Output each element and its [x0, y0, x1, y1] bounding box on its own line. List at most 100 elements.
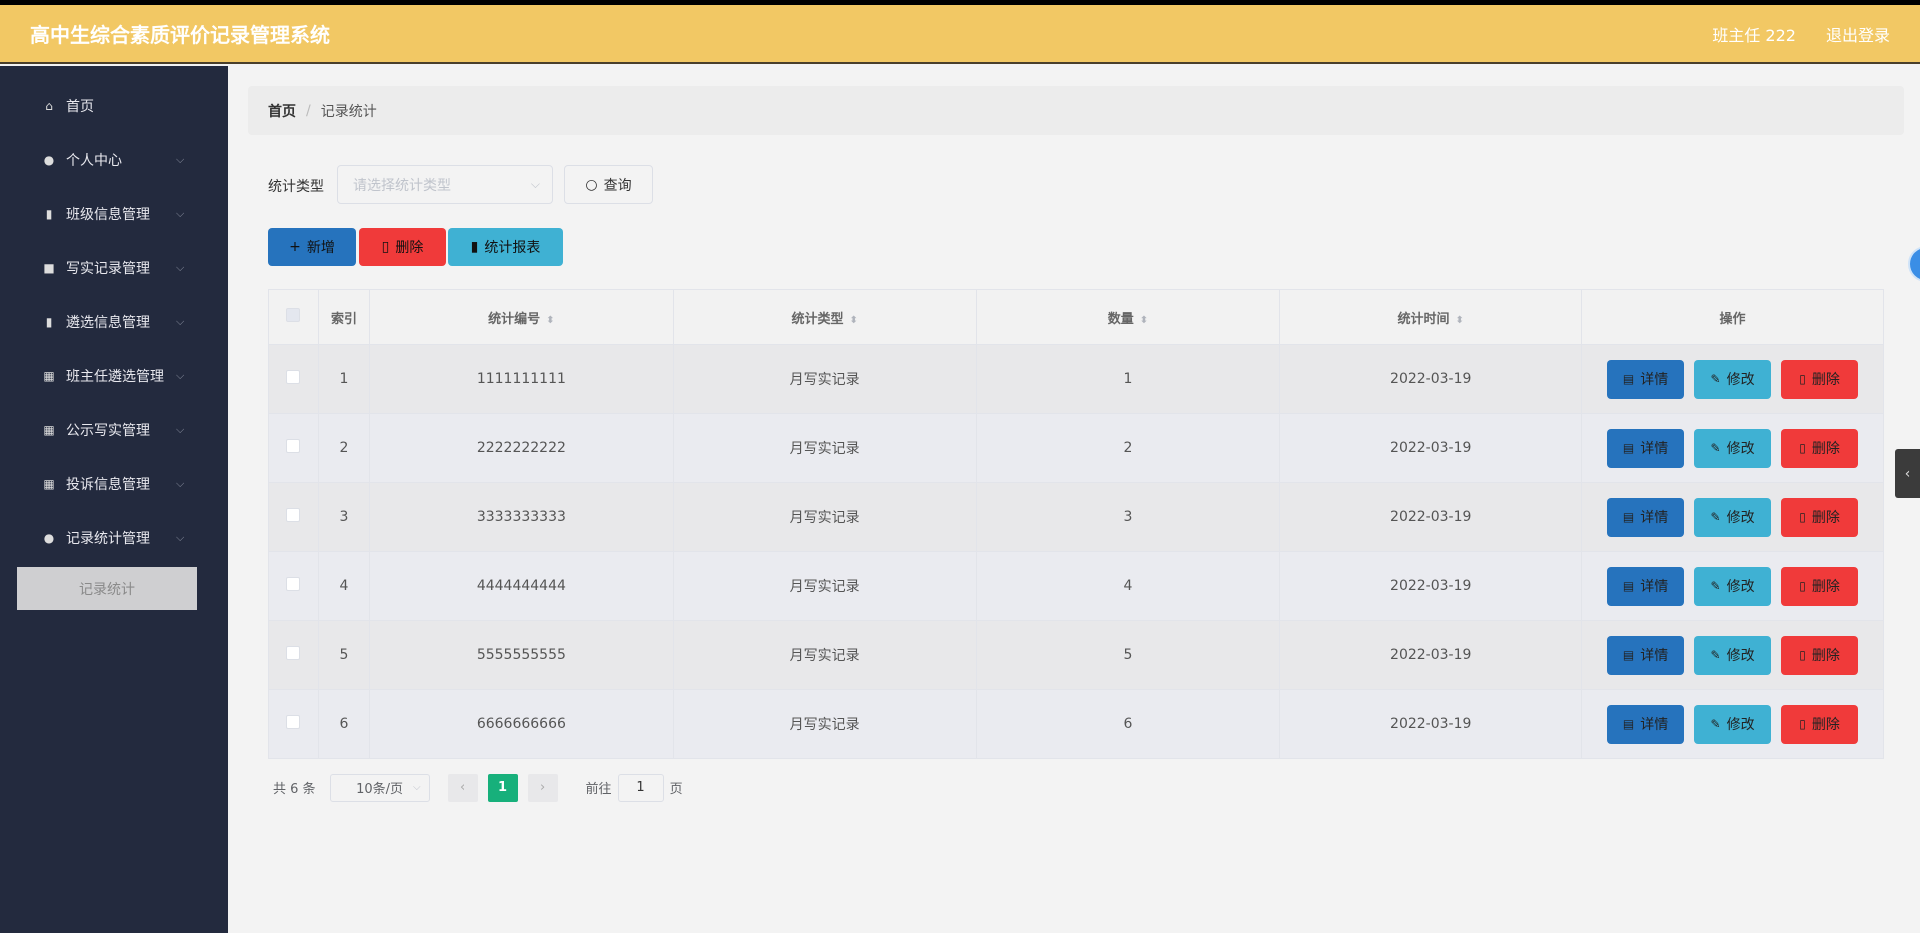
batch-delete-button[interactable]: ▯ 删除 — [359, 228, 446, 266]
delete-label: 删除 — [1811, 579, 1840, 595]
report-button[interactable]: ▮ 统计报表 — [448, 228, 563, 266]
time-cell: 2022-03-19 — [1279, 482, 1583, 552]
detail-button[interactable]: ▤ 详情 — [1607, 428, 1685, 468]
detail-button[interactable]: ▤ 详情 — [1607, 566, 1685, 606]
stat-type-placeholder: 请选择统计类型 — [353, 177, 451, 194]
index-cell: 1 — [317, 344, 370, 414]
delete-button[interactable]: ▯ 删除 — [1781, 566, 1859, 606]
sidebar-item-6[interactable]: ▦ 公示写实管理 ⌵ — [0, 410, 228, 450]
delete-label: 删除 — [1811, 441, 1840, 457]
sidebar-item-8[interactable]: ● 记录统计管理 ⌵ — [0, 518, 228, 558]
type-cell: 月写实记录 — [672, 620, 977, 690]
add-button[interactable]: + 新增 — [268, 228, 356, 266]
chevron-left-icon: ‹ — [1904, 465, 1911, 482]
sidebar-item-1[interactable]: ● 个人中心 ⌵ — [0, 140, 228, 180]
sort-icon[interactable]: ⬍ — [546, 315, 554, 326]
prev-page-button[interactable]: ‹ — [447, 773, 478, 802]
delete-button[interactable]: ▯ 删除 — [1781, 428, 1859, 468]
row-checkbox[interactable] — [286, 577, 301, 591]
trash-icon: ▯ — [1799, 717, 1806, 731]
sidebar-item-label: 公示写实管理 — [66, 423, 150, 439]
header-code[interactable]: 统计编号 ⬍ — [368, 289, 674, 345]
detail-label: 详情 — [1640, 717, 1669, 733]
row-checkbox[interactable] — [286, 439, 301, 453]
sidebar-item-7[interactable]: ▦ 投诉信息管理 ⌵ — [0, 464, 228, 504]
app-title: 高中生综合素质评价记录管理系统 — [30, 23, 330, 47]
edit-button[interactable]: ✎ 修改 — [1694, 566, 1772, 606]
row-select-cell — [268, 482, 319, 552]
edit-button[interactable]: ✎ 修改 — [1694, 428, 1772, 468]
edit-label: 修改 — [1726, 510, 1755, 526]
index-cell: 6 — [317, 689, 370, 759]
total-count: 共 6 条 — [273, 782, 316, 797]
page-suffix: 页 — [669, 782, 683, 797]
sort-icon[interactable]: ⬍ — [1140, 315, 1148, 326]
row-checkbox[interactable] — [286, 646, 301, 660]
trash-icon: ▯ — [1799, 579, 1806, 593]
bulb-icon: ● — [43, 531, 55, 545]
table-row: 2 2222222222 月写实记录 2 2022-03-19 ▤ 详情 ✎ 修改 ▯ 删除 — [268, 413, 1884, 483]
document-icon: ▤ — [1622, 441, 1635, 455]
sidebar-subitem-record-stats[interactable]: 记录统计 — [17, 567, 197, 610]
stat-type-select[interactable]: 请选择统计类型 ⌵ — [337, 165, 553, 204]
edit-button[interactable]: ✎ 修改 — [1694, 359, 1772, 399]
sort-icon[interactable]: ⬍ — [849, 315, 857, 326]
edit-button[interactable]: ✎ 修改 — [1694, 635, 1772, 675]
sort-icon[interactable]: ⬍ — [1456, 315, 1464, 326]
next-page-button[interactable]: › — [527, 773, 558, 802]
edit-button[interactable]: ✎ 修改 — [1694, 497, 1772, 537]
collapse-panel-tab[interactable]: ‹ — [1895, 449, 1920, 498]
query-button[interactable]: ○ 查询 — [564, 165, 653, 204]
time-cell: 2022-03-19 — [1279, 344, 1583, 414]
delete-label: 删除 — [1811, 372, 1840, 388]
chevron-down-icon: ⌵ — [176, 315, 185, 328]
detail-button[interactable]: ▤ 详情 — [1607, 497, 1685, 537]
header-type[interactable]: 统计类型 ⬍ — [672, 289, 977, 345]
sidebar-item-2[interactable]: ▮ 班级信息管理 ⌵ — [0, 194, 228, 234]
edit-button[interactable]: ✎ 修改 — [1694, 704, 1772, 744]
chevron-down-icon: ⌵ — [176, 531, 185, 544]
header-count[interactable]: 数量 ⬍ — [975, 289, 1281, 345]
table-row: 4 4444444444 月写实记录 4 2022-03-19 ▤ 详情 ✎ 修改 ▯ 删除 — [268, 551, 1884, 621]
pencil-icon: ✎ — [1710, 579, 1721, 593]
edit-label: 修改 — [1726, 579, 1755, 595]
delete-button[interactable]: ▯ 删除 — [1781, 359, 1859, 399]
index-cell: 3 — [317, 482, 370, 552]
floating-action-button[interactable] — [1908, 246, 1920, 282]
sidebar-item-label: 班级信息管理 — [66, 207, 150, 223]
sidebar-item-3[interactable]: ■ 写实记录管理 ⌵ — [0, 248, 228, 288]
time-cell: 2022-03-19 — [1279, 551, 1583, 621]
row-checkbox[interactable] — [286, 508, 301, 522]
select-all-checkbox[interactable] — [286, 308, 301, 322]
document-icon: ▤ — [1622, 372, 1635, 386]
detail-button[interactable]: ▤ 详情 — [1607, 704, 1685, 744]
page-size-select[interactable]: 10条/页 ⌵ — [329, 773, 430, 802]
detail-button[interactable]: ▤ 详情 — [1607, 635, 1685, 675]
actions-cell: ▤ 详情 ✎ 修改 ▯ 删除 — [1581, 344, 1884, 414]
delete-button[interactable]: ▯ 删除 — [1781, 704, 1859, 744]
chevron-down-icon: ⌵ — [530, 177, 540, 191]
count-cell: 6 — [975, 689, 1281, 759]
detail-label: 详情 — [1640, 441, 1669, 457]
actions-cell: ▤ 详情 ✎ 修改 ▯ 删除 — [1581, 413, 1884, 483]
app-header: 高中生综合素质评价记录管理系统 班主任 222 退出登录 — [0, 5, 1920, 64]
delete-button[interactable]: ▯ 删除 — [1781, 497, 1859, 537]
index-cell: 2 — [317, 413, 370, 483]
pencil-icon: ✎ — [1710, 717, 1721, 731]
header-time[interactable]: 统计时间 ⬍ — [1279, 289, 1583, 345]
logout-link[interactable]: 退出登录 — [1826, 22, 1890, 46]
sidebar-item-label: 个人中心 — [66, 153, 122, 169]
row-checkbox[interactable] — [286, 370, 301, 384]
sidebar-item-0[interactable]: ⌂ 首页 — [0, 86, 228, 126]
goto-page-input[interactable]: 1 — [617, 773, 664, 802]
sidebar-item-5[interactable]: ▦ 班主任遴选管理 ⌵ — [0, 356, 228, 396]
detail-button[interactable]: ▤ 详情 — [1607, 359, 1685, 399]
row-checkbox[interactable] — [286, 715, 301, 729]
delete-button[interactable]: ▯ 删除 — [1781, 635, 1859, 675]
delete-label: 删除 — [395, 240, 424, 256]
query-label: 查询 — [603, 177, 632, 194]
breadcrumb-home[interactable]: 首页 — [268, 101, 296, 121]
page-number-current[interactable]: 1 — [487, 773, 518, 802]
sidebar-item-4[interactable]: ▮ 遴选信息管理 ⌵ — [0, 302, 228, 342]
trash-icon: ▯ — [1799, 648, 1806, 662]
